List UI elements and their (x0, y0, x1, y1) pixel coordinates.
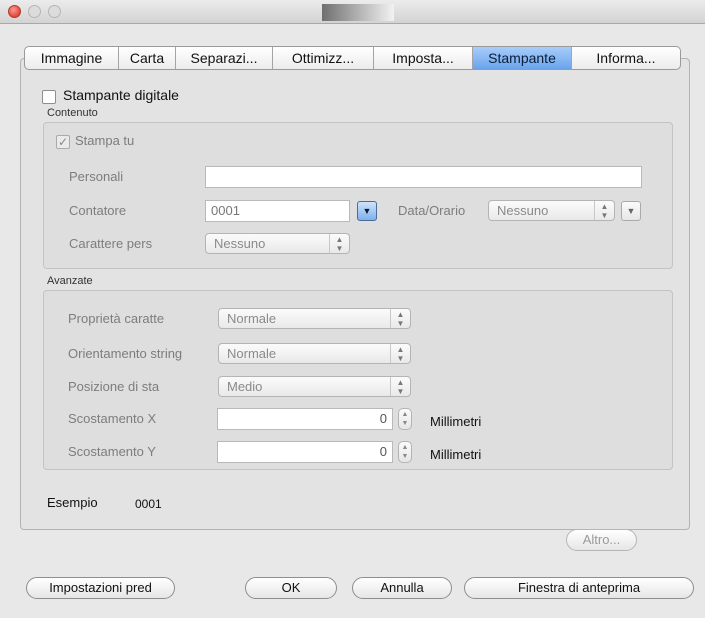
default-settings-button[interactable]: Impostazioni pred (26, 577, 175, 599)
updown-arrows-icon: ▲ ▼ (329, 234, 349, 253)
offset-y-label: Scostamento Y (68, 444, 156, 459)
close-window-button[interactable] (8, 5, 21, 18)
digital-printer-checkbox[interactable] (42, 90, 56, 104)
datetime-value: Nessuno (497, 203, 549, 218)
offset-y-field[interactable]: 0 (217, 441, 393, 463)
offset-x-label: Scostamento X (68, 411, 157, 426)
counter-label: Contatore (69, 203, 127, 218)
string-orientation-popup[interactable]: Normale ▲ ▼ (218, 343, 411, 364)
example-label: Esempio (47, 495, 98, 510)
window-title-graphic (322, 4, 394, 21)
offset-x-unit: Millimetri (430, 414, 482, 429)
custom-char-label: Carattere pers (69, 236, 153, 251)
string-orientation-label: Orientamento string (68, 346, 183, 361)
tab-separazione[interactable]: Separazi... (176, 47, 273, 69)
dialog-window: Immagine Carta Separazi... Ottimizz... I… (0, 24, 705, 618)
updown-arrows-icon: ▲ ▼ (594, 201, 614, 220)
advanced-group: Proprietà caratte Normale ▲ ▼ Orientament… (43, 290, 673, 470)
tab-bar: Immagine Carta Separazi... Ottimizz... I… (24, 46, 681, 70)
offset-y-unit: Millimetri (430, 447, 482, 462)
counter-field[interactable]: 0001 (205, 200, 350, 222)
tab-immagine[interactable]: Immagine (25, 47, 119, 69)
updown-arrows-icon: ▲ ▼ (390, 344, 410, 363)
window-titlebar (0, 0, 705, 24)
updown-arrows-icon: ▲ ▼ (390, 309, 410, 328)
tab-impostazioni[interactable]: Imposta... (374, 47, 473, 69)
custom-char-popup[interactable]: Nessuno ▲ ▼ (205, 233, 350, 254)
custom-char-value: Nessuno (214, 236, 266, 251)
printer-panel: Stampante digitale Contenuto ✓ Stampa tu… (20, 58, 690, 530)
print-position-value: Medio (227, 379, 263, 394)
more-button[interactable]: Altro... (566, 529, 637, 551)
ok-button[interactable]: OK (245, 577, 337, 599)
offset-y-stepper[interactable]: ▲ ▼ (398, 441, 412, 463)
print-position-popup[interactable]: Medio ▲ ▼ (218, 376, 411, 397)
datetime-label: Data/Orario (398, 203, 466, 218)
print-label: Stampa tu (75, 133, 135, 148)
digital-printer-label: Stampante digitale (63, 87, 179, 103)
updown-arrows-icon: ▲ ▼ (390, 377, 410, 396)
char-property-popup[interactable]: Normale ▲ ▼ (218, 308, 411, 329)
minimize-window-button[interactable] (28, 5, 41, 18)
print-checkbox[interactable]: ✓ (56, 135, 70, 149)
tab-carta[interactable]: Carta (119, 47, 176, 69)
tab-ottimizzazione[interactable]: Ottimizz... (273, 47, 374, 69)
print-position-label: Posizione di sta (68, 379, 160, 394)
tab-informazioni[interactable]: Informa... (572, 47, 680, 69)
zoom-window-button[interactable] (48, 5, 61, 18)
content-group: ✓ Stampa tu Personali Contatore 0001 ▼ D… (43, 122, 673, 269)
char-property-value: Normale (227, 311, 277, 326)
personal-field[interactable] (205, 166, 642, 188)
offset-x-stepper[interactable]: ▲ ▼ (398, 408, 412, 430)
tab-stampante[interactable]: Stampante (473, 47, 572, 69)
personal-label: Personali (69, 169, 124, 184)
counter-dropdown-button[interactable]: ▼ (357, 201, 377, 221)
datetime-popup[interactable]: Nessuno ▲ ▼ (488, 200, 615, 221)
preview-window-button[interactable]: Finestra di anteprima (464, 577, 694, 599)
cancel-button[interactable]: Annulla (352, 577, 452, 599)
char-property-label: Proprietà caratte (68, 311, 165, 326)
datetime-dropdown-button[interactable]: ▼ (621, 201, 641, 221)
offset-x-field[interactable]: 0 (217, 408, 393, 430)
content-section-label: Contenuto (47, 107, 98, 119)
example-value: 0001 (135, 497, 162, 511)
advanced-section-label: Avanzate (47, 275, 93, 287)
string-orientation-value: Normale (227, 346, 277, 361)
